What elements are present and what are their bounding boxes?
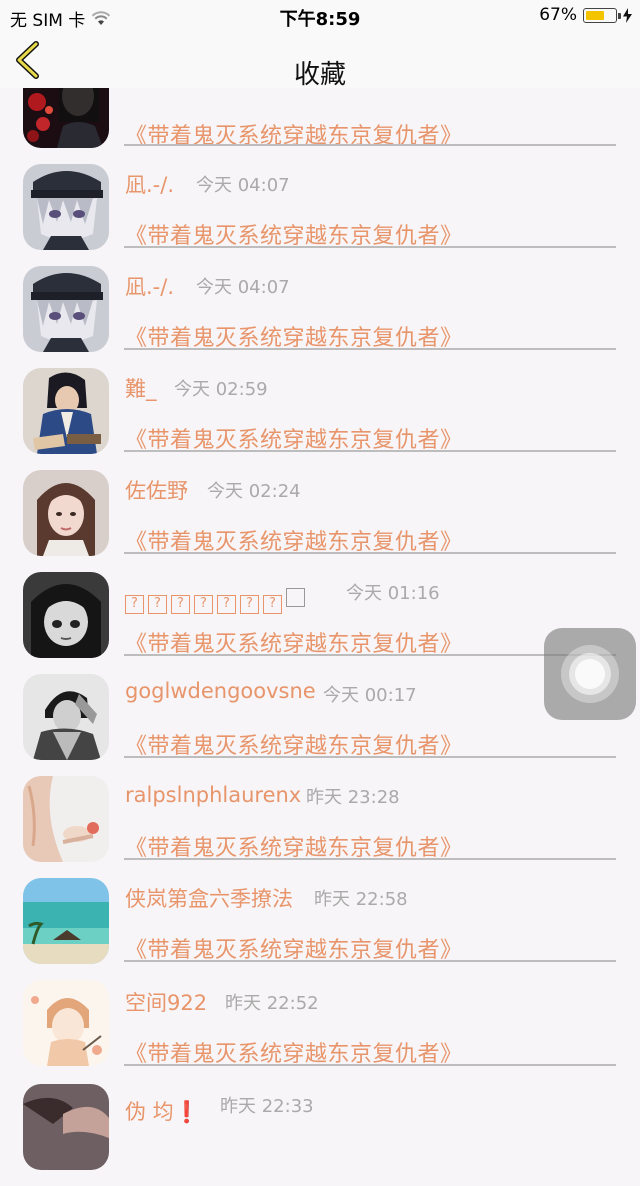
bolt-icon <box>623 7 632 23</box>
divider <box>124 450 616 452</box>
timestamp: 昨天 22:58 <box>314 889 408 910</box>
user-name[interactable]: 伪 均❗ <box>125 1096 200 1126</box>
timestamp: 今天 04:07 <box>196 175 290 196</box>
list-item[interactable]: ralpslnphlaurenx 昨天 23:28 《带着鬼灭系统穿越东京复仇者… <box>0 776 640 878</box>
page-title: 收藏 <box>293 60 346 90</box>
status-bar: 无 SIM 卡 下午8:59 67% <box>0 0 640 32</box>
avatar[interactable] <box>23 878 109 964</box>
timestamp: 昨天 22:33 <box>220 1096 314 1117</box>
user-name[interactable]: 侠岚第盒六季撩法 <box>125 883 293 913</box>
avatar[interactable] <box>23 470 109 556</box>
divider <box>124 654 616 656</box>
divider <box>124 552 616 554</box>
timestamp: 今天 04:07 <box>196 277 290 298</box>
avatar[interactable] <box>23 776 109 862</box>
avatar[interactable] <box>23 980 109 1066</box>
user-name[interactable]: 佐佐野 <box>125 475 188 505</box>
timestamp: 今天 02:24 <box>207 481 301 502</box>
list-item[interactable]: 伪 均❗ 昨天 22:33 <box>0 1084 640 1186</box>
user-name[interactable]: 凪.-/. <box>125 271 174 301</box>
list-item[interactable]: 難_ 今天 02:59 《带着鬼灭系统穿越东京复仇者》 <box>0 368 640 470</box>
avatar[interactable] <box>23 164 109 250</box>
user-name[interactable]: 空间922 <box>125 987 207 1017</box>
divider <box>124 756 616 758</box>
timestamp: 今天 02:59 <box>174 379 268 400</box>
list-item[interactable]: 空间922 昨天 22:52 《带着鬼灭系统穿越东京复仇者》 <box>0 980 640 1082</box>
divider <box>124 960 616 962</box>
assistive-touch-icon[interactable] <box>544 628 636 720</box>
divider <box>124 246 616 248</box>
avatar[interactable] <box>23 572 109 658</box>
list-item[interactable]: 凪.-/. 今天 04:07 《带着鬼灭系统穿越东京复仇者》 <box>0 266 640 368</box>
avatar[interactable] <box>23 368 109 454</box>
avatar[interactable] <box>23 1084 109 1170</box>
user-name[interactable]: 難_ <box>125 373 157 403</box>
battery-percent: 67% <box>539 5 577 25</box>
user-name[interactable]: goglwdengoovsne <box>125 679 316 703</box>
battery-icon <box>583 7 621 23</box>
exclamation-icon: ❗ <box>173 1100 200 1124</box>
nav-bar: 收藏 <box>0 32 640 90</box>
divider <box>124 144 616 146</box>
user-name[interactable]: ralpslnphlaurenx <box>125 783 301 807</box>
user-name-unrenderable[interactable]: ??????? <box>125 586 309 614</box>
timestamp: 昨天 22:52 <box>225 993 319 1014</box>
divider <box>124 1064 616 1066</box>
timestamp: 昨天 23:28 <box>306 787 400 808</box>
avatar[interactable] <box>23 674 109 760</box>
list-item[interactable]: 佐佐野 今天 02:24 《带着鬼灭系统穿越东京复仇者》 <box>0 470 640 572</box>
user-name[interactable]: 凪.-/. <box>125 169 174 199</box>
timestamp: 今天 00:17 <box>323 685 417 706</box>
divider <box>124 858 616 860</box>
timestamp: 今天 01:16 <box>346 583 440 604</box>
divider <box>124 348 616 350</box>
list-item[interactable]: 凪.-/. 今天 04:07 《带着鬼灭系统穿越东京复仇者》 <box>0 164 640 266</box>
avatar[interactable] <box>23 266 109 352</box>
list-item[interactable]: 侠岚第盒六季撩法 昨天 22:58 《带着鬼灭系统穿越东京复仇者》 <box>0 878 640 980</box>
